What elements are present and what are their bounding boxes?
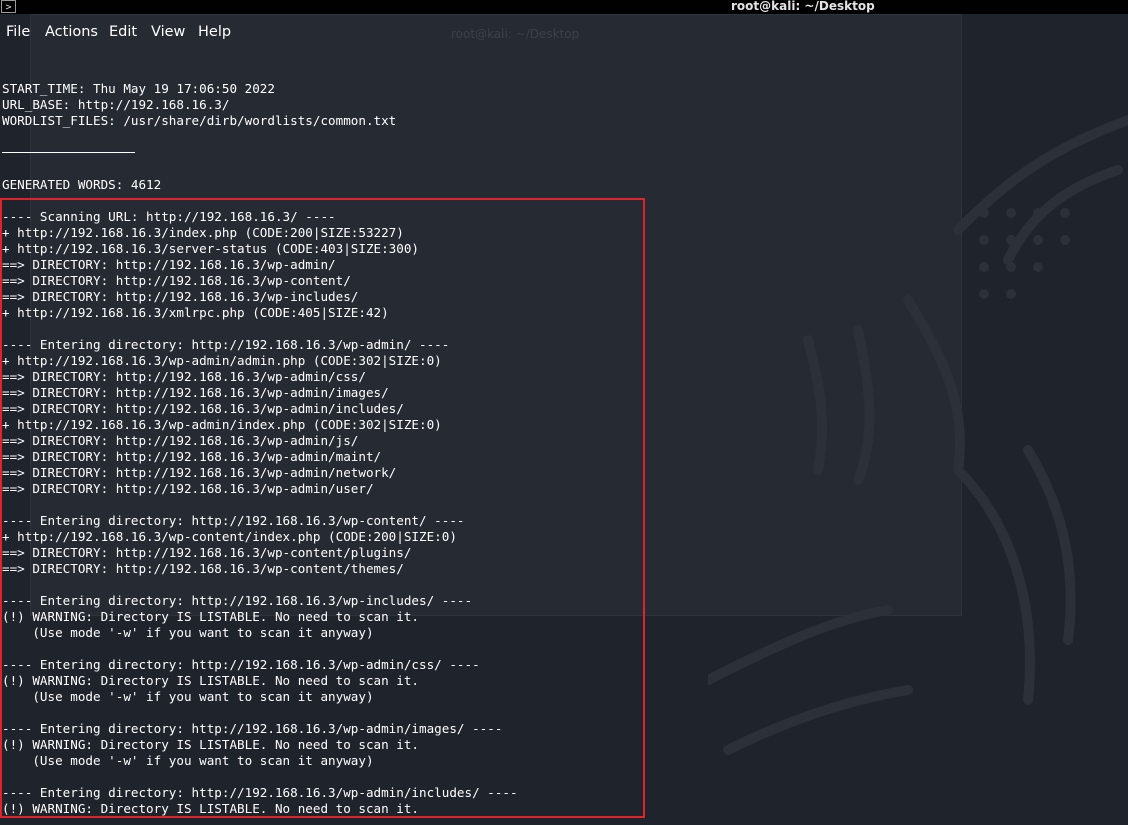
terminal-line: + http://192.168.16.3/wp-admin/index.php… [2, 417, 442, 432]
terminal-icon[interactable]: > [1, 0, 16, 13]
terminal-line: ==> DIRECTORY: http://192.168.16.3/wp-ad… [2, 369, 366, 384]
terminal-line: (Use mode '-w' if you want to scan it an… [2, 689, 374, 704]
terminal-line: + http://192.168.16.3/wp-content/index.p… [2, 529, 457, 544]
menu-view[interactable]: View [151, 24, 185, 40]
terminal-line: URL_BASE: http://192.168.16.3/ [2, 97, 230, 112]
terminal-line: ---- Scanning URL: http://192.168.16.3/ … [2, 209, 336, 224]
terminal-line: ==> DIRECTORY: http://192.168.16.3/wp-ad… [2, 385, 389, 400]
terminal-line: ==> DIRECTORY: http://192.168.16.3/wp-ad… [2, 257, 336, 272]
terminal-line: ==> DIRECTORY: http://192.168.16.3/wp-co… [2, 561, 404, 576]
terminal-line: ---- Entering directory: http://192.168.… [2, 657, 480, 672]
terminal-line: ---- Entering directory: http://192.168.… [2, 785, 518, 800]
terminal-line: ==> DIRECTORY: http://192.168.16.3/wp-in… [2, 289, 359, 304]
menu-file[interactable]: File [6, 24, 30, 40]
terminal-line: + http://192.168.16.3/wp-admin/admin.php… [2, 353, 442, 368]
terminal-line: (Use mode '-w' if you want to scan it an… [2, 753, 374, 768]
kali-dragon-wallpaper [708, 115, 1128, 755]
terminal-line: START_TIME: Thu May 19 17:06:50 2022 [2, 81, 275, 96]
terminal-line: ---- Entering directory: http://192.168.… [2, 337, 450, 352]
separator-rule [2, 145, 518, 161]
terminal-line: ==> DIRECTORY: http://192.168.16.3/wp-co… [2, 545, 412, 560]
terminal-line: WORDLIST_FILES: /usr/share/dirb/wordlist… [2, 113, 397, 128]
terminal-line: (!) WARNING: Directory IS LISTABLE. No n… [2, 737, 420, 752]
terminal-line: (!) WARNING: Directory IS LISTABLE. No n… [2, 801, 420, 816]
terminal-line: ---- Entering directory: http://192.168.… [2, 721, 503, 736]
terminal-line: ==> DIRECTORY: http://192.168.16.3/wp-ad… [2, 449, 382, 464]
terminal-line: (!) WARNING: Directory IS LISTABLE. No n… [2, 609, 420, 624]
terminal-line: + http://192.168.16.3/xmlrpc.php (CODE:4… [2, 305, 389, 320]
terminal-line: ---- Entering directory: http://192.168.… [2, 513, 465, 528]
terminal-line: GENERATED WORDS: 4612 [2, 177, 162, 192]
terminal-line: (!) WARNING: Directory IS LISTABLE. No n… [2, 673, 420, 688]
terminal-line: ==> DIRECTORY: http://192.168.16.3/wp-ad… [2, 481, 374, 496]
terminal-line: (Use mode '-w' if you want to scan it an… [2, 625, 374, 640]
terminal-line: + http://192.168.16.3/index.php (CODE:20… [2, 225, 404, 240]
menu-help[interactable]: Help [198, 24, 231, 40]
menu-edit[interactable]: Edit [109, 24, 137, 40]
terminal-line: ==> DIRECTORY: http://192.168.16.3/wp-ad… [2, 465, 397, 480]
terminal-line: ==> DIRECTORY: http://192.168.16.3/wp-co… [2, 273, 351, 288]
terminal-line: ==> DIRECTORY: http://192.168.16.3/wp-ad… [2, 433, 359, 448]
terminal-line: ---- Entering directory: http://192.168.… [2, 593, 473, 608]
terminal-output[interactable]: START_TIME: Thu May 19 17:06:50 2022 URL_… [2, 81, 518, 817]
menu-bar: File Actions Edit View Help [0, 14, 700, 50]
menu-actions[interactable]: Actions [45, 24, 98, 40]
terminal-line: + http://192.168.16.3/server-status (COD… [2, 241, 420, 256]
terminal-line: ==> DIRECTORY: http://192.168.16.3/wp-ad… [2, 401, 404, 416]
